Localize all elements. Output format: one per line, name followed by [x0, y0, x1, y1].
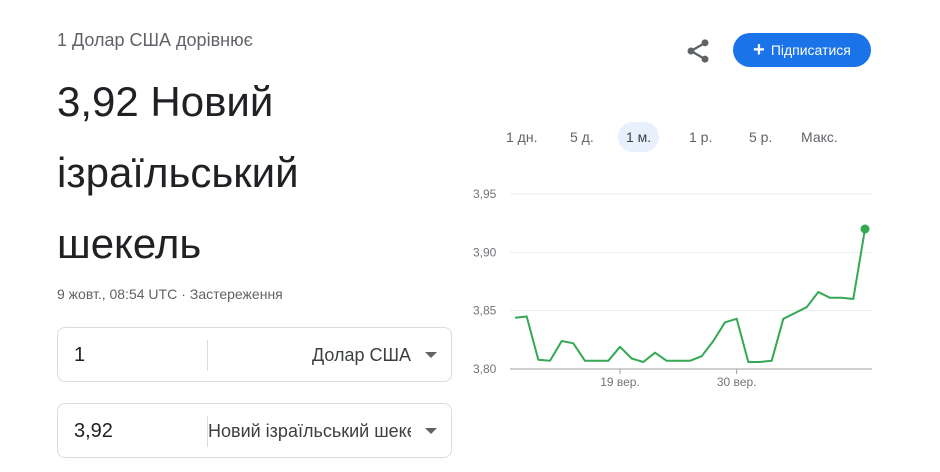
- from-currency-field: 1 Долар США: [57, 327, 452, 382]
- series-line: [514, 228, 866, 363]
- subscribe-button[interactable]: + Підписатися: [733, 33, 871, 67]
- to-amount-input[interactable]: 3,92: [74, 404, 113, 459]
- range-tab-5d[interactable]: 5 д.: [562, 122, 602, 152]
- chevron-down-icon[interactable]: [425, 352, 437, 358]
- from-currency-select[interactable]: Долар США: [312, 328, 411, 383]
- result-line-3: шекель: [57, 220, 202, 267]
- y-tick-label: 3,80: [473, 362, 497, 376]
- range-tab-1y[interactable]: 1 р.: [681, 122, 720, 152]
- x-tick-label: 30 вер.: [717, 375, 757, 389]
- exchange-rate-chart: 3,95 3,90 3,85 3,80 19 вер. 30 вер.: [460, 178, 890, 400]
- chevron-down-icon[interactable]: [425, 428, 437, 434]
- range-tab-1m[interactable]: 1 м.: [618, 122, 660, 152]
- conversion-meta: 9 жовт., 08:54 UTC · Застереження: [57, 286, 283, 302]
- to-currency-select[interactable]: Новий ізраїльський шекель: [208, 404, 411, 459]
- plus-icon: +: [753, 39, 765, 61]
- chart-svg: 3,95 3,90 3,85 3,80 19 вер. 30 вер.: [473, 187, 872, 389]
- y-tick-label: 3,85: [473, 304, 497, 318]
- result-line-2: ізраїльський: [57, 149, 299, 196]
- disclaimer-link[interactable]: Застереження: [190, 286, 283, 302]
- range-tab-5y[interactable]: 5 р.: [741, 122, 780, 152]
- conversion-subtitle: 1 Долар США дорівнює: [57, 30, 253, 50]
- conversion-result: 3,92 Новий ізраїльський шекель: [57, 66, 457, 279]
- y-tick-label: 3,95: [473, 187, 497, 201]
- result-line-1: 3,92 Новий: [57, 78, 274, 125]
- y-tick-label: 3,90: [473, 245, 497, 259]
- share-icon: [687, 39, 709, 63]
- range-tabs: 1 дн. 5 д. 1 м. 1 р. 5 р. Макс.: [498, 122, 858, 152]
- subscribe-label: Підписатися: [770, 42, 851, 58]
- x-tick-label: 19 вер.: [600, 375, 640, 389]
- field-divider: [207, 340, 208, 371]
- range-tab-1d[interactable]: 1 дн.: [498, 122, 545, 152]
- timestamp: 9 жовт., 08:54 UTC: [57, 286, 178, 302]
- meta-separator: ·: [181, 286, 186, 302]
- share-button[interactable]: [684, 37, 712, 65]
- to-currency-field: 3,92 Новий ізраїльський шекель: [57, 403, 452, 458]
- range-tab-max[interactable]: Макс.: [793, 122, 846, 152]
- last-point-marker: [860, 224, 870, 234]
- from-amount-input[interactable]: 1: [74, 328, 85, 383]
